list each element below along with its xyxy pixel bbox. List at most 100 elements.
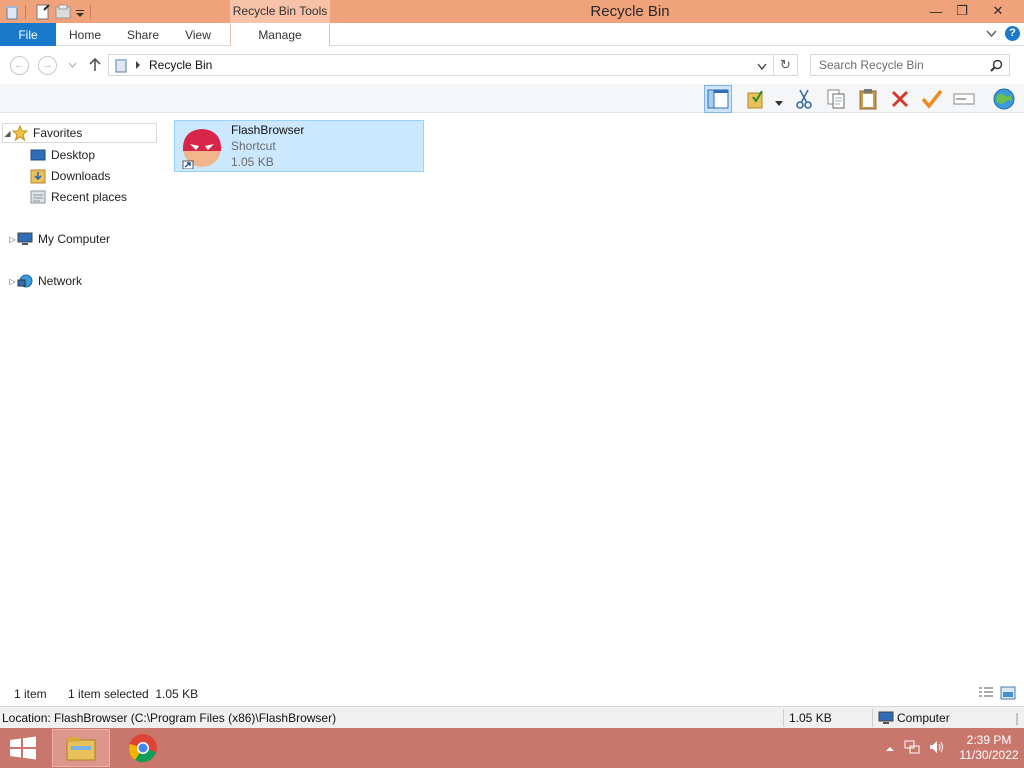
network-icon bbox=[17, 273, 33, 289]
recycle-bin-icon bbox=[113, 57, 129, 76]
select-folder-button[interactable] bbox=[742, 85, 770, 113]
qat-separator bbox=[25, 4, 26, 19]
delete-button[interactable] bbox=[886, 85, 914, 113]
clock-date: 11/30/2022 bbox=[959, 748, 1019, 762]
breadcrumb[interactable]: Recycle Bin bbox=[149, 58, 212, 72]
recent-places-icon bbox=[30, 189, 46, 205]
clock-time: 2:39 PM bbox=[966, 733, 1012, 747]
divider bbox=[783, 709, 784, 727]
selection-info: 1 item selected 1.05 KB bbox=[68, 687, 199, 701]
ribbon-tabs: File Home Share View Manage bbox=[0, 23, 1024, 46]
contextual-tab-group-label: Recycle Bin Tools bbox=[230, 0, 330, 23]
address-dropdown-icon[interactable] bbox=[757, 60, 767, 74]
sidebar-item-label: Network bbox=[38, 274, 83, 288]
address-bar[interactable]: Recycle Bin bbox=[108, 54, 774, 76]
properties-check-button[interactable] bbox=[918, 85, 946, 113]
tab-home[interactable]: Home bbox=[62, 23, 108, 46]
volume-icon[interactable] bbox=[928, 739, 944, 758]
expand-ribbon-icon[interactable] bbox=[986, 27, 997, 41]
details-view-icon[interactable] bbox=[978, 686, 994, 703]
search-input[interactable] bbox=[811, 55, 981, 75]
network-globe-button[interactable] bbox=[990, 85, 1018, 113]
divider bbox=[872, 709, 873, 727]
sidebar-item-downloads[interactable]: Downloads bbox=[30, 166, 110, 186]
navigation-bar: ← → Recycle Bin ↻ bbox=[0, 47, 1024, 84]
downloads-icon bbox=[30, 168, 46, 184]
item-count: 1 item bbox=[14, 687, 47, 701]
view-switcher bbox=[978, 686, 1016, 703]
file-name: FlashBrowser bbox=[231, 123, 305, 137]
collapse-arrow-icon[interactable]: ◢ bbox=[3, 129, 12, 138]
zone-text: Computer bbox=[897, 711, 950, 725]
computer-icon bbox=[17, 231, 33, 247]
clock[interactable]: 2:39 PM 11/30/2022 bbox=[954, 733, 1024, 763]
file-type: Shortcut bbox=[231, 139, 276, 153]
sidebar-item-label: Recent places bbox=[51, 190, 128, 204]
minimize-button[interactable]: — bbox=[922, 0, 950, 22]
windows-start-icon[interactable] bbox=[8, 736, 38, 760]
status-bar: 1 item 1 item selected 1.05 KB bbox=[0, 684, 1024, 706]
taskbar: 2:39 PM 11/30/2022 bbox=[0, 728, 1024, 768]
location-text: Location: FlashBrowser (C:\Program Files… bbox=[2, 711, 337, 725]
sidebar-item-desktop[interactable]: Desktop bbox=[30, 145, 95, 165]
window-title: Recycle Bin bbox=[590, 3, 670, 20]
computer-icon bbox=[878, 710, 894, 729]
sidebar-item-label: Downloads bbox=[51, 169, 111, 183]
qat-separator bbox=[90, 4, 91, 19]
preview-pane-button[interactable] bbox=[704, 85, 732, 113]
title-bar: Recycle Bin Tools Recycle Bin — ❐ ✕ bbox=[0, 0, 1024, 23]
copy-button[interactable] bbox=[822, 85, 850, 113]
close-button[interactable]: ✕ bbox=[984, 0, 1012, 22]
tab-manage[interactable]: Manage bbox=[230, 23, 330, 46]
customize-qat-icon[interactable] bbox=[75, 4, 85, 20]
star-icon bbox=[12, 125, 28, 141]
maximize-button[interactable]: ❐ bbox=[948, 0, 976, 22]
system-tray: 2:39 PM 11/30/2022 bbox=[886, 728, 1024, 768]
recent-locations-icon[interactable] bbox=[68, 59, 77, 73]
tab-file[interactable]: File bbox=[0, 23, 56, 46]
file-list-area[interactable]: FlashBrowser Shortcut 1.05 KB bbox=[160, 114, 1024, 684]
sidebar-item-label: Desktop bbox=[51, 148, 96, 162]
recycle-bin-icon[interactable] bbox=[4, 4, 20, 20]
search-box[interactable] bbox=[810, 54, 1010, 76]
command-toolbar bbox=[0, 84, 1024, 113]
large-icons-view-icon[interactable] bbox=[1000, 686, 1016, 703]
breadcrumb-chevron-icon[interactable] bbox=[135, 59, 142, 73]
chrome-taskbar-button[interactable] bbox=[114, 729, 172, 767]
sidebar-item-network[interactable]: ▷ Network bbox=[8, 271, 82, 291]
back-button[interactable]: ← bbox=[10, 56, 29, 75]
show-hidden-icons-icon[interactable] bbox=[886, 741, 894, 755]
help-icon[interactable]: ? bbox=[1005, 26, 1020, 41]
up-button[interactable] bbox=[89, 57, 101, 76]
sidebar-item-label: My Computer bbox=[38, 232, 111, 246]
sidebar-item-recent-places[interactable]: Recent places bbox=[30, 187, 127, 207]
size-text: 1.05 KB bbox=[789, 711, 832, 725]
forward-button[interactable]: → bbox=[38, 56, 57, 75]
new-folder-icon[interactable] bbox=[55, 4, 71, 20]
list-item[interactable]: FlashBrowser Shortcut 1.05 KB bbox=[174, 120, 424, 172]
rename-button[interactable] bbox=[950, 85, 978, 113]
network-status-icon[interactable] bbox=[904, 739, 920, 758]
flashbrowser-icon bbox=[181, 127, 223, 170]
desktop-icon bbox=[30, 147, 46, 163]
file-size: 1.05 KB bbox=[231, 155, 274, 169]
properties-icon[interactable] bbox=[35, 3, 51, 20]
quick-access-toolbar bbox=[0, 0, 96, 23]
cut-button[interactable] bbox=[790, 85, 818, 113]
sidebar-item-label: Favorites bbox=[33, 126, 83, 140]
resize-grip-icon[interactable] bbox=[1016, 712, 1022, 729]
tab-view[interactable]: View bbox=[178, 23, 218, 46]
sidebar-item-my-computer[interactable]: ▷ My Computer bbox=[8, 229, 110, 249]
details-bar: Location: FlashBrowser (C:\Program Files… bbox=[0, 706, 1024, 728]
expand-arrow-icon[interactable]: ▷ bbox=[8, 277, 17, 286]
file-explorer-taskbar-button[interactable] bbox=[52, 729, 110, 767]
sidebar-item-favorites[interactable]: ◢ Favorites bbox=[2, 123, 157, 143]
dropdown-arrow-icon[interactable] bbox=[775, 96, 783, 110]
refresh-button[interactable]: ↻ bbox=[774, 54, 798, 76]
ribbon-right-controls: ? bbox=[986, 26, 1020, 41]
paste-button[interactable] bbox=[854, 85, 882, 113]
search-icon[interactable] bbox=[990, 59, 1003, 75]
navigation-pane: ◢ Favorites Desktop Downloads Recent pla… bbox=[0, 114, 160, 684]
expand-arrow-icon[interactable]: ▷ bbox=[8, 235, 17, 244]
tab-share[interactable]: Share bbox=[120, 23, 166, 46]
